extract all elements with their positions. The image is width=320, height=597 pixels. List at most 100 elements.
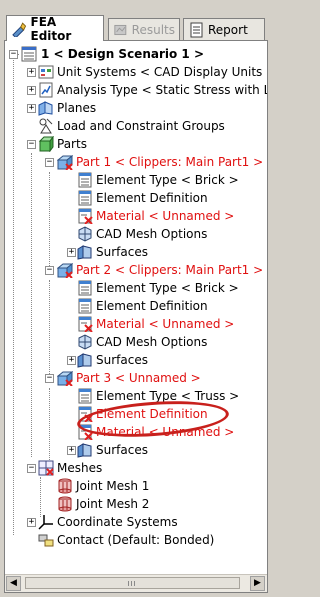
tree-item-element-definition[interactable]: Element Definition <box>5 189 267 207</box>
collapse-toggle[interactable]: − <box>9 50 18 59</box>
tree-item-material[interactable]: Material < Unnamed > <box>5 207 267 225</box>
element-type-icon <box>78 280 92 296</box>
joint-mesh-icon <box>58 478 72 494</box>
tree-item-label: Joint Mesh 2 <box>76 497 150 511</box>
collapse-toggle[interactable]: − <box>27 464 36 473</box>
contact-icon <box>38 534 54 547</box>
tree-item-label: Analysis Type < Static Stress with Lir <box>57 83 267 97</box>
part-error-icon <box>57 154 73 170</box>
expand-toggle[interactable]: + <box>27 518 36 527</box>
tree-item-label: Element Definition <box>96 299 208 313</box>
tree-item-label: Material < Unnamed > <box>96 317 235 331</box>
collapse-toggle[interactable]: − <box>45 158 54 167</box>
tree-item-label: Element Type < Brick > <box>96 281 239 295</box>
tree-item-design-scenario[interactable]: − 1 < Design Scenario 1 > <box>5 45 267 63</box>
tree-item-label: Surfaces <box>96 443 148 457</box>
meshes-icon <box>38 460 54 476</box>
tree-item-coordinate-systems[interactable]: + Coordinate Systems <box>5 513 267 531</box>
coordinate-systems-icon <box>38 515 53 530</box>
tree-item-label: Unit Systems < CAD Display Units > <box>57 65 267 79</box>
tree-item-label: Element Type < Brick > <box>96 173 239 187</box>
tree-item-label: Surfaces <box>96 245 148 259</box>
tree-item-contact[interactable]: Contact (Default: Bonded) <box>5 531 267 549</box>
joint-mesh-icon <box>58 496 72 512</box>
tree-item-element-type[interactable]: Element Type < Brick > <box>5 171 267 189</box>
surfaces-icon <box>77 443 92 458</box>
grip-icon <box>131 581 132 586</box>
tree-item-label: Contact (Default: Bonded) <box>57 533 215 547</box>
tree-item-label: Meshes <box>57 461 103 475</box>
tree-item-analysis-type[interactable]: + Analysis Type < Static Stress with Lir <box>5 81 267 99</box>
tree-item-surfaces[interactable]: + Surfaces <box>5 351 267 369</box>
fea-editor-icon <box>12 21 27 37</box>
tree-item-cad-mesh-options[interactable]: CAD Mesh Options <box>5 333 267 351</box>
part-error-icon <box>57 262 73 278</box>
tree-item-element-definition[interactable]: Element Definition <box>5 297 267 315</box>
tab-results[interactable]: Results <box>108 18 180 40</box>
scroll-right-button[interactable]: ▶ <box>250 576 265 591</box>
tree-item-joint-mesh2[interactable]: Joint Mesh 2 <box>5 495 267 513</box>
tree-item-label: CAD Mesh Options <box>96 335 208 349</box>
scroll-left-button[interactable]: ◀ <box>6 576 21 591</box>
unit-systems-icon <box>38 65 54 79</box>
tree-item-label: Coordinate Systems <box>57 515 178 529</box>
tree-item-load-groups[interactable]: Load and Constraint Groups <box>5 117 267 135</box>
tree-item-label: Element Definition <box>96 191 208 205</box>
tab-bar: FEA Editor Results Report <box>0 0 273 43</box>
tree-item-surfaces[interactable]: + Surfaces <box>5 441 267 459</box>
expand-toggle[interactable]: + <box>27 86 36 95</box>
cad-mesh-icon <box>78 334 92 350</box>
design-scenario-icon <box>21 46 37 62</box>
tree-item-planes[interactable]: + Planes <box>5 99 267 117</box>
tab-fea-editor[interactable]: FEA Editor <box>6 14 104 43</box>
results-icon <box>114 24 127 35</box>
scroll-thumb[interactable] <box>25 577 240 589</box>
tree-item-unit-systems[interactable]: + Unit Systems < CAD Display Units > <box>5 63 267 81</box>
expand-toggle[interactable]: + <box>67 248 76 257</box>
expand-toggle[interactable]: + <box>67 356 76 365</box>
tree-item-label: Parts <box>57 137 87 151</box>
cad-mesh-icon <box>78 226 92 242</box>
tree-item-joint-mesh1[interactable]: Joint Mesh 1 <box>5 477 267 495</box>
expand-toggle[interactable]: + <box>27 68 36 77</box>
tree-item-label: Part 1 < Clippers: Main Part1 > <box>76 155 264 169</box>
tree-item-part2[interactable]: − Part 2 < Clippers: Main Part1 > <box>5 261 267 279</box>
tree-item-label: 1 < Design Scenario 1 > <box>41 47 204 61</box>
tree-item-surfaces[interactable]: + Surfaces <box>5 243 267 261</box>
planes-icon <box>38 101 53 116</box>
tree-item-element-type[interactable]: Element Type < Truss > <box>5 387 267 405</box>
tab-label: Results <box>131 22 175 37</box>
tab-report[interactable]: Report <box>183 18 265 40</box>
tree-item-part3[interactable]: − Part 3 < Unnamed > <box>5 369 267 387</box>
surfaces-icon <box>77 353 92 368</box>
material-error-icon <box>78 208 93 224</box>
tree-item-part1[interactable]: − Part 1 < Clippers: Main Part1 > <box>5 153 267 171</box>
tree-item-parts[interactable]: − Parts <box>5 135 267 153</box>
horizontal-scrollbar[interactable]: ◀ ▶ <box>5 574 267 592</box>
element-type-icon <box>78 172 92 188</box>
tree-item-meshes[interactable]: − Meshes <box>5 459 267 477</box>
part-error-icon <box>57 370 73 386</box>
collapse-toggle[interactable]: − <box>27 140 36 149</box>
report-icon <box>190 22 203 37</box>
element-definition-icon <box>78 190 92 206</box>
expand-toggle[interactable]: + <box>67 446 76 455</box>
surfaces-icon <box>77 245 92 260</box>
load-constraint-icon <box>39 118 53 134</box>
tree-item-element-type[interactable]: Element Type < Brick > <box>5 279 267 297</box>
tree-item-label: Planes <box>57 101 97 115</box>
model-tree[interactable]: − 1 < Design Scenario 1 > + Unit Systems… <box>5 41 267 575</box>
tree-item-label: Part 2 < Clippers: Main Part1 > <box>76 263 264 277</box>
material-error-icon <box>78 316 93 332</box>
tab-label: FEA Editor <box>30 14 72 43</box>
collapse-toggle[interactable]: − <box>45 374 54 383</box>
tab-label: Report <box>208 22 248 37</box>
element-definition-icon <box>78 298 92 314</box>
tree-item-material[interactable]: Material < Unnamed > <box>5 315 267 333</box>
collapse-toggle[interactable]: − <box>45 266 54 275</box>
tree-item-cad-mesh-options[interactable]: CAD Mesh Options <box>5 225 267 243</box>
expand-toggle[interactable]: + <box>27 104 36 113</box>
tree-item-label: Part 3 < Unnamed > <box>76 371 201 385</box>
grip-icon <box>128 581 129 586</box>
tree-item-label: Joint Mesh 1 <box>76 479 150 493</box>
